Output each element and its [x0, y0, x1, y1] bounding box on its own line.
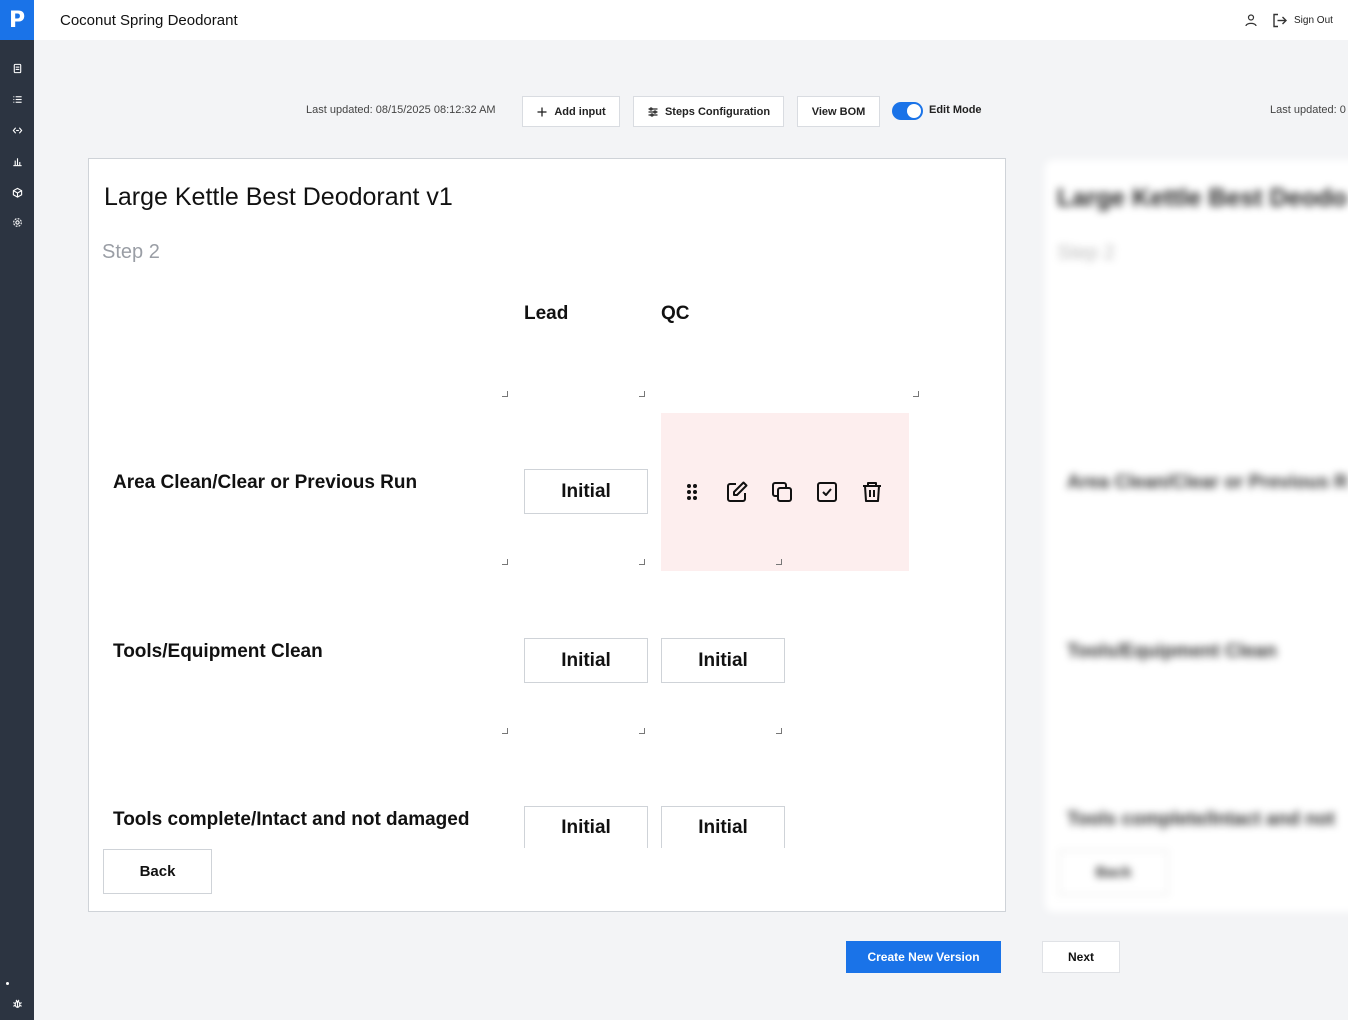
initial-button-lead[interactable]: Initial [524, 638, 648, 683]
preview-back-button: Back [1059, 850, 1168, 895]
row-label: Tools/Equipment Clean [113, 641, 323, 662]
drag-handle-icon[interactable] [679, 479, 705, 505]
resize-handle[interactable] [639, 728, 645, 734]
bug-icon[interactable] [9, 995, 25, 1011]
preview-row-label: Area Clean/Clear or Previous R [1067, 472, 1348, 493]
status-dot [6, 982, 9, 985]
initial-button-qc[interactable]: Initial [661, 806, 785, 848]
add-input-button[interactable]: Add input [522, 96, 620, 127]
resize-handle[interactable] [502, 391, 508, 397]
step-form-card: Large Kettle Best Deodorant v1 Step 2 Le… [88, 158, 1006, 912]
last-updated-text-secondary: Last updated: 0 [1270, 104, 1346, 116]
app-logo[interactable]: P [0, 0, 34, 40]
row-label: Area Clean/Clear or Previous Run [113, 472, 418, 493]
resize-handle[interactable] [639, 391, 645, 397]
row-label: Tools complete/Intact and not damaged [113, 809, 470, 830]
resize-handle[interactable] [776, 559, 782, 565]
preview-row-label: Tools complete/Intact and not [1067, 809, 1335, 830]
view-bom-label: View BOM [811, 105, 866, 118]
list-icon[interactable] [9, 91, 25, 107]
gear-icon[interactable] [9, 214, 25, 230]
edit-icon[interactable] [724, 479, 750, 505]
column-header-qc: QC [661, 303, 690, 324]
create-new-version-button[interactable]: Create New Version [846, 941, 1001, 973]
initial-button-lead[interactable]: Initial [524, 806, 648, 848]
user-icon[interactable] [1244, 13, 1258, 27]
add-input-label: Add input [554, 105, 606, 118]
initial-button-qc[interactable]: Initial [661, 638, 785, 683]
clipboard-icon[interactable] [9, 60, 25, 76]
preview-row-label: Tools/Equipment Clean [1067, 641, 1277, 662]
steps-configuration-button[interactable]: Steps Configuration [633, 96, 784, 127]
initial-button-lead[interactable]: Initial [524, 469, 648, 514]
app-title: Coconut Spring Deodorant [60, 12, 238, 29]
sign-out-button[interactable]: Sign Out [1294, 15, 1333, 26]
checkbox-icon[interactable] [814, 479, 840, 505]
preview-title: Large Kettle Best Deodo [1057, 184, 1348, 212]
preview-step: Step 2 [1057, 242, 1115, 264]
sign-out-icon[interactable] [1271, 12, 1288, 29]
trash-icon[interactable] [859, 479, 885, 505]
preview-card-blurred: Large Kettle Best Deodo Step 2 Area Clea… [1045, 160, 1348, 912]
next-button[interactable]: Next [1042, 941, 1120, 973]
column-header-lead: Lead [524, 303, 569, 324]
resize-handle[interactable] [502, 728, 508, 734]
resize-handle[interactable] [913, 391, 919, 397]
edit-mode-toggle[interactable] [892, 102, 923, 120]
edit-mode-label: Edit Mode [929, 104, 982, 116]
chart-icon[interactable] [9, 153, 25, 169]
form-title: Large Kettle Best Deodorant v1 [104, 183, 453, 211]
view-bom-button[interactable]: View BOM [797, 96, 880, 127]
resize-handle[interactable] [639, 559, 645, 565]
link-icon[interactable] [9, 122, 25, 138]
resize-handle[interactable] [776, 728, 782, 734]
sliders-icon [648, 106, 658, 117]
steps-configuration-label: Steps Configuration [664, 105, 771, 118]
back-button[interactable]: Back [103, 849, 212, 894]
step-label: Step 2 [102, 241, 160, 263]
last-updated-text: Last updated: 08/15/2025 08:12:32 AM [306, 104, 496, 116]
sidebar: P [0, 0, 34, 1020]
plus-icon [537, 107, 547, 116]
box-icon[interactable] [9, 184, 25, 200]
copy-icon[interactable] [769, 479, 795, 505]
top-bar: Coconut Spring Deodorant Sign Out [34, 0, 1348, 40]
resize-handle[interactable] [502, 559, 508, 565]
